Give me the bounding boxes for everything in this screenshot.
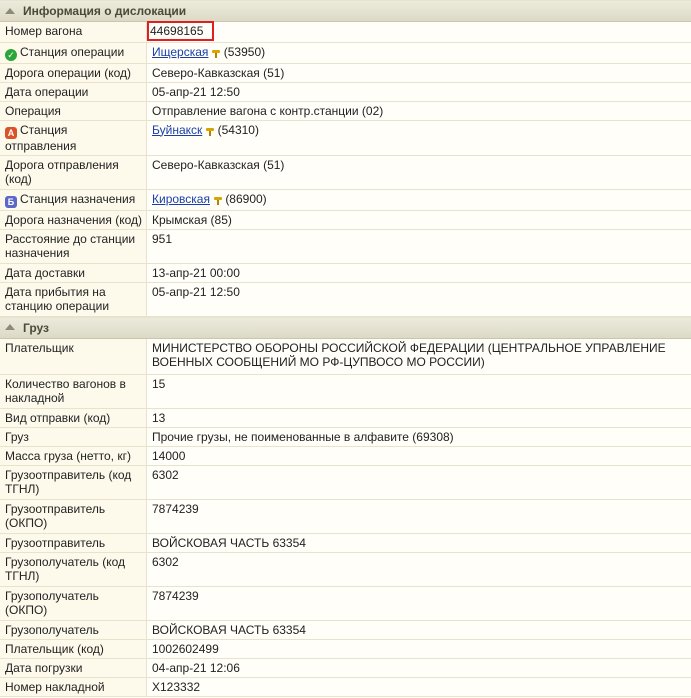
station-marker-icon[interactable] xyxy=(212,49,221,58)
row-label: Станция операции xyxy=(20,44,125,59)
table-row: Грузополучатель (код ТГНЛ) 6302 xyxy=(0,552,691,587)
row-value: 7874239 xyxy=(146,586,691,621)
table-row: Плательщик (код) 1002602499 xyxy=(0,639,691,659)
row-value: Прочие грузы, не поименованные в алфавит… xyxy=(146,427,691,447)
row-label: Грузополучатель (код ТГНЛ) xyxy=(0,552,147,587)
row-label: Дорога отправления (код) xyxy=(0,155,147,190)
row-label: Операция xyxy=(0,101,147,121)
row-label: Дата прибытия на станцию операции xyxy=(0,282,147,317)
table-row: Б Станция назначения Кировская (86900) xyxy=(0,189,691,211)
table-row: ✓ Станция операции Ищерская (53950) xyxy=(0,42,691,64)
section-title: Информация о дислокации xyxy=(23,4,187,18)
dest-station-link[interactable]: Кировская xyxy=(152,192,210,206)
row-value: 04-апр-21 12:06 xyxy=(146,658,691,678)
row-label: Дата доставки xyxy=(0,263,147,283)
row-label: Станция назначения xyxy=(20,191,136,206)
dislocation-table: Номер вагона 44698165 ✓ Станция операции … xyxy=(0,21,691,317)
row-value: 951 xyxy=(146,229,691,264)
dislocation-panel: Информация о дислокации Номер вагона 446… xyxy=(0,0,691,697)
table-row: Дата погрузки 04-апр-21 12:06 xyxy=(0,658,691,678)
table-row: Номер накладной X123332 xyxy=(0,677,691,697)
row-value: 6302 xyxy=(146,552,691,587)
table-row: Груз Прочие грузы, не поименованные в ал… xyxy=(0,427,691,447)
row-label: Дата погрузки xyxy=(0,658,147,678)
table-row: Грузополучатель ВОЙСКОВАЯ ЧАСТЬ 63354 xyxy=(0,620,691,640)
row-value: 7874239 xyxy=(146,499,691,534)
row-value: 05-апр-21 12:50 xyxy=(146,282,691,317)
row-value: 6302 xyxy=(146,465,691,500)
table-row: Плательщик МИНИСТЕРСТВО ОБОРОНЫ РОССИЙСК… xyxy=(0,338,691,375)
row-label: Расстояние до станции назначения xyxy=(0,229,147,264)
row-value: 15 xyxy=(146,374,691,409)
wagon-number-highlight: 44698165 xyxy=(147,21,215,41)
row-value: X123332 xyxy=(146,677,691,697)
letter-b-icon: Б xyxy=(5,195,17,208)
row-value: МИНИСТЕРСТВО ОБОРОНЫ РОССИЙСКОЙ ФЕДЕРАЦИ… xyxy=(146,338,691,375)
row-label: Дата операции xyxy=(0,82,147,102)
table-row: Дата доставки 13-апр-21 00:00 xyxy=(0,263,691,283)
row-label: Дорога назначения (код) xyxy=(0,210,147,230)
op-station-code: (53950) xyxy=(223,44,266,59)
dep-station-code: (54310) xyxy=(217,122,259,137)
table-row: Количество вагонов в накладной 15 xyxy=(0,374,691,409)
table-row: Расстояние до станции назначения 951 xyxy=(0,229,691,264)
table-row: Вид отправки (код) 13 xyxy=(0,408,691,428)
table-row: Дата прибытия на станцию операции 05-апр… xyxy=(0,282,691,317)
row-label: Грузополучатель (ОКПО) xyxy=(0,586,147,621)
op-station-link[interactable]: Ищерская xyxy=(152,45,208,59)
row-label: Плательщик xyxy=(0,338,147,375)
row-value: Крымская (85) xyxy=(146,210,691,230)
table-row: Дорога назначения (код) Крымская (85) xyxy=(0,210,691,230)
table-row: Дата операции 05-апр-21 12:50 xyxy=(0,82,691,102)
section-header-cargo[interactable]: Груз xyxy=(0,316,691,339)
row-value: 05-апр-21 12:50 xyxy=(146,82,691,102)
dest-station-code: (86900) xyxy=(225,191,267,206)
row-value: 13-апр-21 00:00 xyxy=(146,263,691,283)
row-value: 14000 xyxy=(146,446,691,466)
row-label: Грузоотправитель xyxy=(0,533,147,553)
row-value: Северо-Кавказская (51) xyxy=(146,63,691,83)
station-marker-icon[interactable] xyxy=(206,127,215,136)
row-label: Вид отправки (код) xyxy=(0,408,147,428)
row-label: Грузополучатель xyxy=(0,620,147,640)
check-circle-icon: ✓ xyxy=(5,48,17,61)
row-label: Плательщик (код) xyxy=(0,639,147,659)
section-header-dislocation[interactable]: Информация о дислокации xyxy=(0,0,691,22)
row-label: Грузоотправитель (код ТГНЛ) xyxy=(0,465,147,500)
table-row: Масса груза (нетто, кг) 14000 xyxy=(0,446,691,466)
cargo-table: Плательщик МИНИСТЕРСТВО ОБОРОНЫ РОССИЙСК… xyxy=(0,338,691,697)
table-row: Грузоотправитель (код ТГНЛ) 6302 xyxy=(0,465,691,500)
row-value: Отправление вагона с контр.станции (02) xyxy=(146,101,691,121)
table-row: А Станция отправления Буйнакск (54310) xyxy=(0,120,691,156)
table-row: Дорога операции (код) Северо-Кавказская … xyxy=(0,63,691,83)
row-label: Масса груза (нетто, кг) xyxy=(0,446,147,466)
row-value: 1002602499 xyxy=(146,639,691,659)
row-value: 13 xyxy=(146,408,691,428)
table-row: Грузополучатель (ОКПО) 7874239 xyxy=(0,586,691,621)
table-row: Грузоотправитель ВОЙСКОВАЯ ЧАСТЬ 63354 xyxy=(0,533,691,553)
collapse-triangle-icon[interactable] xyxy=(5,7,15,14)
station-marker-icon[interactable] xyxy=(213,196,222,205)
row-value: ВОЙСКОВАЯ ЧАСТЬ 63354 xyxy=(146,533,691,553)
row-label: Груз xyxy=(0,427,147,447)
table-row: Операция Отправление вагона с контр.стан… xyxy=(0,101,691,121)
row-label: Номер накладной xyxy=(0,677,147,697)
wagon-number-value: 44698165 xyxy=(150,24,204,38)
table-row: Дорога отправления (код) Северо-Кавказск… xyxy=(0,155,691,190)
table-row: Номер вагона 44698165 xyxy=(0,21,691,43)
section-title: Груз xyxy=(23,320,49,335)
row-value: ВОЙСКОВАЯ ЧАСТЬ 63354 xyxy=(146,620,691,640)
table-row: Грузоотправитель (ОКПО) 7874239 xyxy=(0,499,691,534)
collapse-triangle-icon[interactable] xyxy=(5,324,15,330)
row-value: Северо-Кавказская (51) xyxy=(146,155,691,190)
dep-station-link[interactable]: Буйнакск xyxy=(152,123,202,137)
row-label: Количество вагонов в накладной xyxy=(0,374,147,409)
letter-a-icon: А xyxy=(5,126,17,139)
row-label: Дорога операции (код) xyxy=(0,63,147,83)
row-label: Номер вагона xyxy=(0,22,147,43)
row-label: Грузоотправитель (ОКПО) xyxy=(0,499,147,534)
